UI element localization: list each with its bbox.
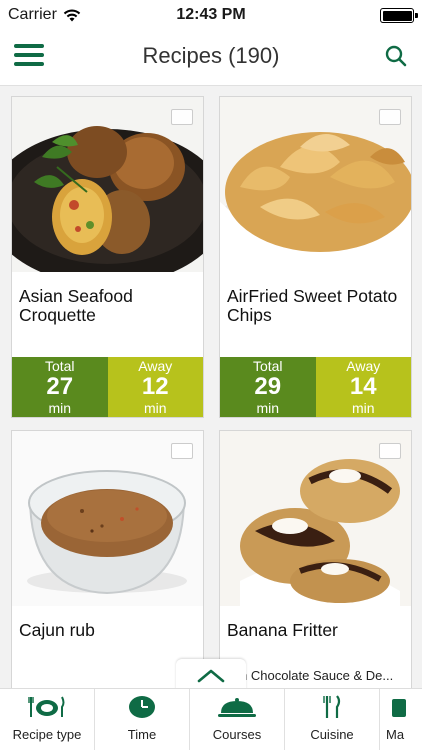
fork-knife-icon (323, 695, 341, 718)
total-label: Total (44, 358, 75, 374)
away-value: 14 (349, 373, 377, 400)
total-value: 27 (46, 373, 74, 400)
tab-recipe-type[interactable]: Recipe type (0, 689, 95, 750)
recipe-card[interactable]: Asian Seafood Croquette Total 27 min Awa… (11, 96, 204, 418)
tab-label: Time (127, 727, 157, 742)
select-checkbox[interactable] (379, 109, 401, 125)
time-panel: Total 29 min Away 14 min (220, 357, 411, 417)
tab-label: Courses (212, 727, 262, 742)
recipe-name: Cajun rub (19, 620, 95, 640)
nav-bar: Recipes (190) (0, 30, 422, 86)
away-unit: min (143, 400, 167, 416)
tab-label: Recipe type (12, 727, 82, 742)
battery-icon (380, 8, 418, 23)
away-time: Away 12 min (107, 357, 203, 417)
total-time: Total 27 min (12, 357, 108, 417)
total-value: 29 (254, 373, 282, 400)
recipe-subtitle: h Chocolate Sauce & De... (240, 668, 394, 683)
away-time: Away 14 min (315, 357, 411, 417)
clock-icon (129, 696, 155, 718)
status-bar: Carrier 12:43 PM (0, 0, 422, 30)
plate-cutlery-icon (28, 696, 65, 717)
select-checkbox[interactable] (379, 443, 401, 459)
page-title: Recipes (190) (142, 43, 280, 68)
bottom-tab-bar: Recipe type Time Courses Cuisine Ma (0, 688, 422, 750)
search-icon[interactable] (384, 44, 408, 68)
tab-label: Cuisine (310, 727, 354, 742)
cloche-icon (218, 698, 256, 717)
select-checkbox[interactable] (171, 443, 193, 459)
tab-cuisine[interactable]: Cuisine (285, 689, 380, 750)
recipe-name: Asian Seafood Croquette (19, 286, 133, 325)
tab-partial[interactable]: Ma (380, 689, 422, 750)
recipe-name: Banana Fritter (227, 620, 338, 640)
time-panel: Total 27 min Away 12 min (12, 357, 203, 417)
tab-label: Ma (386, 727, 405, 742)
away-label: Away (346, 358, 381, 374)
away-value: 12 (141, 373, 169, 400)
expand-filters-button[interactable] (176, 659, 246, 691)
chevron-up-icon (197, 669, 225, 683)
recipe-name: AirFried Sweet Potato Chips (227, 286, 398, 325)
recipe-card[interactable]: AirFried Sweet Potato Chips Total 29 min… (219, 96, 412, 418)
total-time: Total 29 min (220, 357, 316, 417)
partial-icon (392, 699, 406, 717)
tab-courses[interactable]: Courses (190, 689, 285, 750)
clock: 12:43 PM (176, 6, 246, 23)
select-checkbox[interactable] (171, 109, 193, 125)
total-unit: min (48, 400, 72, 416)
away-unit: min (351, 400, 375, 416)
total-label: Total (252, 358, 283, 374)
tab-time[interactable]: Time (95, 689, 190, 750)
recipe-card[interactable]: Banana Fritter (219, 430, 412, 700)
away-label: Away (138, 358, 173, 374)
total-unit: min (256, 400, 280, 416)
